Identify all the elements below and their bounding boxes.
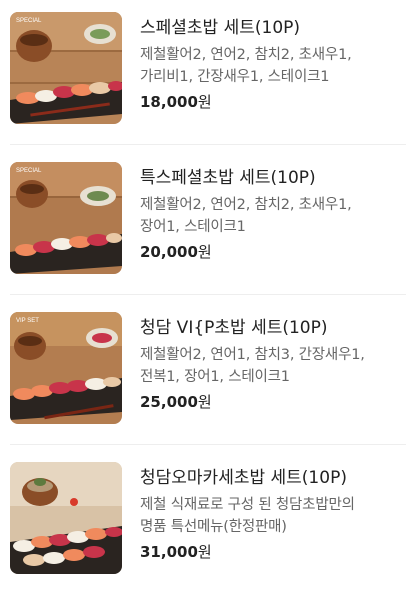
menu-item-price: 18,000원 xyxy=(140,92,406,112)
menu-item-price-currency: 원 xyxy=(197,393,212,411)
menu-item-price-amount: 31,000 xyxy=(140,543,198,561)
menu-item-photo[interactable]: SPECIAL xyxy=(10,162,122,274)
sushi-photo: SPECIAL xyxy=(10,12,122,124)
menu-item-info: 청담 VI{P초밥 세트(10P) 제철활어2, 연어1, 참치3, 간장새우1… xyxy=(140,316,406,412)
svg-text:SPECIAL: SPECIAL xyxy=(16,18,42,24)
menu-item-description: 제철활어2, 연어1, 참치3, 간장새우1, 전복1, 장어1, 스테이크1 xyxy=(140,344,406,388)
menu-item-title: 특스페셜초밥 세트(10P) xyxy=(140,168,316,188)
menu-item-description-line2: 명품 특선메뉴(한정판매) xyxy=(140,519,287,535)
menu-item-description: 제철활어2, 연어2, 참치2, 초새우1, 가리비1, 간장새우1, 스테이크… xyxy=(140,44,406,88)
menu-item-price-currency: 원 xyxy=(197,543,212,561)
menu-item-deluxe-special[interactable]: SPECIAL 특스페셜초밥 세트(10P) 제철활어2, 연어2, 참치2, … xyxy=(0,150,412,298)
menu-item-price-amount: 20,000 xyxy=(140,243,198,261)
menu-item-description: 제철 식재료로 구성 된 청담초밥만의 명품 특선메뉴(한정판매) xyxy=(140,494,406,538)
menu-item-price-currency: 원 xyxy=(197,243,212,261)
sushi-photo: SPECIAL xyxy=(10,162,122,274)
menu-item-title: 청담 VI{P초밥 세트(10P) xyxy=(140,318,328,338)
menu-item-photo[interactable] xyxy=(10,462,122,574)
divider xyxy=(10,294,406,295)
menu-item-description-line2: 장어1, 스테이크1 xyxy=(140,219,246,235)
menu-item-info: 특스페셜초밥 세트(10P) 제철활어2, 연어2, 참치2, 초새우1, 장어… xyxy=(140,166,406,262)
menu-item-info: 청담오마카세초밥 세트(10P) 제철 식재료로 구성 된 청담초밥만의 명품 … xyxy=(140,466,406,562)
menu-item-photo[interactable]: VIP SET xyxy=(10,312,122,424)
sushi-photo: VIP SET xyxy=(10,312,122,424)
svg-text:VIP SET: VIP SET xyxy=(16,318,39,324)
menu-item-vip[interactable]: VIP SET 청담 VI{P초밥 세트(10P) 제철활어2, 연어1, 참치… xyxy=(0,300,412,448)
menu-item-info: 스페셜초밥 세트(10P) 제철활어2, 연어2, 참치2, 초새우1, 가리비… xyxy=(140,16,406,112)
menu-item-photo[interactable]: SPECIAL xyxy=(10,12,122,124)
menu-item-price-amount: 18,000 xyxy=(140,93,198,111)
menu-item-special[interactable]: SPECIAL 스페셜초밥 세트(10P) 제철활어2, 연어2, 참치2, 초… xyxy=(0,0,412,148)
menu-item-title: 청담오마카세초밥 세트(10P) xyxy=(140,468,347,488)
menu-list: SPECIAL 스페셜초밥 세트(10P) 제철활어2, 연어2, 참치2, 초… xyxy=(0,0,412,582)
menu-item-description-line1: 제철활어2, 연어1, 참치3, 간장새우1, xyxy=(140,347,365,363)
menu-item-price-currency: 원 xyxy=(197,93,212,111)
menu-item-description-line2: 전복1, 장어1, 스테이크1 xyxy=(140,369,290,385)
menu-item-price: 20,000원 xyxy=(140,242,406,262)
menu-item-description-line2: 가리비1, 간장새우1, 스테이크1 xyxy=(140,69,330,85)
menu-item-description-line1: 제철활어2, 연어2, 참치2, 초새우1, xyxy=(140,47,352,63)
sushi-photo xyxy=(10,462,122,574)
divider xyxy=(10,144,406,145)
menu-item-omakase[interactable]: 청담오마카세초밥 세트(10P) 제철 식재료로 구성 된 청담초밥만의 명품 … xyxy=(0,450,412,598)
menu-item-description-line1: 제철활어2, 연어2, 참치2, 초새우1, xyxy=(140,197,352,213)
svg-text:SPECIAL: SPECIAL xyxy=(16,168,42,174)
menu-item-price-amount: 25,000 xyxy=(140,393,198,411)
divider xyxy=(10,444,406,445)
menu-item-price: 25,000원 xyxy=(140,392,406,412)
menu-item-description: 제철활어2, 연어2, 참치2, 초새우1, 장어1, 스테이크1 xyxy=(140,194,406,238)
menu-item-description-line1: 제철 식재료로 구성 된 청담초밥만의 xyxy=(140,497,355,513)
menu-item-price: 31,000원 xyxy=(140,542,406,562)
menu-item-title: 스페셜초밥 세트(10P) xyxy=(140,18,301,38)
